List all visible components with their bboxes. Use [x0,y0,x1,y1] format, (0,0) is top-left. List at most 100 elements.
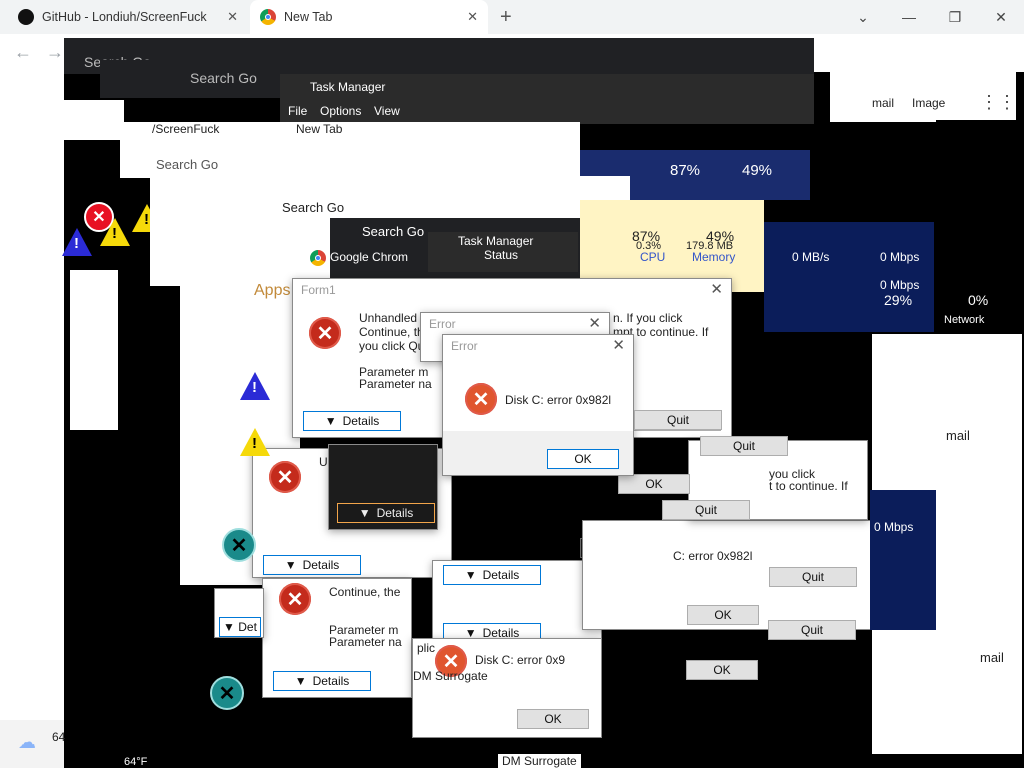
error-dialog: Error ✕ ✕ Disk C: error 0x982l OK [442,334,634,476]
if-you-click: n. If you click [613,311,683,325]
back-icon[interactable]: ← [14,42,32,63]
details-button[interactable]: ▼ Details [337,503,435,523]
quit-button[interactable]: Quit [700,436,788,456]
close-icon[interactable]: ✕ [612,336,625,354]
form1-dialog-3: ✕ Continue, the Parameter m Parameter na… [262,578,412,698]
ghost-block [64,100,124,140]
github-icon [18,9,34,25]
error-icon: ✕ [269,461,301,493]
ok-button[interactable]: OK [686,660,758,680]
error-message-3: you click Qui [359,339,428,353]
chrome-icon [260,9,276,25]
dialog-title: Form1 [301,283,336,297]
info-warning-icon: ! [240,372,270,400]
tab-new-tab[interactable]: New Tab ✕ [250,0,488,34]
warning-icon: ! [100,218,130,246]
details-button[interactable]: ▼ Details [273,671,371,691]
tm-net-panel [764,222,934,332]
page-left-strip [0,72,64,768]
new-tab-button[interactable]: + [500,6,512,29]
tm-menu-view[interactable]: View [374,104,400,118]
error-icon: ✕ [279,583,311,615]
parameter-name: Parameter na [329,635,402,649]
ghost-search-3: Search Go [156,157,219,172]
dark-form-dialog: ▼ Details [328,444,438,530]
images-link[interactable]: Image [912,96,945,110]
net-percent: 29% [884,292,913,308]
net-rate: 0 Mbps [880,250,920,264]
disk-error-message: Disk C: error 0x982l [505,393,612,407]
details-button[interactable]: ▼ Det [219,617,261,637]
error-icon: ✕ [309,317,341,349]
com-surrogate-bottom: DM Surrogate [498,754,581,768]
mem-label: Memory [692,250,736,264]
ghost-white-left [70,270,118,430]
weather-temp: 64°F [124,756,148,768]
close-window-button[interactable]: ✕ [978,0,1024,34]
task-manager-title: Task Manager [310,80,386,94]
ghost-tab-screenfuck: /ScreenFuck [152,122,220,136]
dialog-title: Error [451,339,478,353]
close-icon[interactable]: ✕ [588,314,601,332]
tab-github[interactable]: GitHub - Londiuh/ScreenFuck ✕ [8,0,248,34]
weather-temp-short: 64 [52,730,66,744]
details-button[interactable]: ▼ Details [303,411,401,431]
warning-icon: ! [240,428,270,456]
replica-text: plic [417,641,436,655]
to-continue-text: t to continue. If [769,479,848,493]
close-icon[interactable]: ✕ [467,9,478,25]
forward-icon[interactable]: → [46,42,64,63]
details-button[interactable]: ▼ Details [443,565,541,585]
tab-title: New Tab [284,10,333,24]
net-rate-3: 0 Mbps [874,520,914,534]
form-fragment: ▼ Det [214,588,264,638]
gmail-link[interactable]: mail [980,650,1004,665]
cpu-percent: 87% [670,162,701,179]
error-message: Unhandled e [359,311,428,325]
ok-button[interactable]: OK [687,605,759,625]
continue-text: Continue, the [329,585,401,599]
cloud-icon: ☁ [18,732,36,752]
parameter-name: Parameter na [359,377,432,391]
mem-percent: 49% [742,162,773,179]
quit-button[interactable]: Quit [662,500,750,520]
tm-menu-file[interactable]: File [288,104,307,118]
quit-button[interactable]: Quit [768,620,856,640]
google-chrome-process: Google Chrom [330,250,409,264]
minimize-button[interactable]: — [886,0,932,34]
close-icon[interactable]: ✕ [710,280,723,298]
apps-grid-icon[interactable]: ⋮⋮ [980,92,1016,113]
tm-menu-options[interactable]: Options [320,104,361,118]
error-dialog-bottom: ✕ plic Disk C: error 0x9 DM Surrogate OK [412,638,602,738]
ghost-search-2: Search Go [190,70,257,86]
u-text: U [319,455,328,469]
close-icon[interactable]: ✕ [227,9,238,25]
cpu-label: CPU [640,250,666,264]
ok-button[interactable]: OK [618,474,690,494]
details-button[interactable]: ▼ Details [263,555,361,575]
restore-button[interactable]: ❐ [932,0,978,34]
teal-x-icon: ✕ [210,676,244,710]
apps-label: Apps [254,282,291,299]
ghost-search-4: Search Go [282,200,345,215]
error-dialog-right: C: error 0x982l Quit OK [582,520,872,630]
teal-x-icon: ✕ [222,528,256,562]
net-zero: 0% [968,292,989,308]
ghost-search-5: Search Go [362,224,425,239]
chrome-icon [310,250,326,269]
ok-button[interactable]: OK [517,709,589,729]
disk-error-text: Disk C: error 0x9 [475,653,566,667]
network-label: Network [944,314,985,326]
gmail-link[interactable]: mail [872,96,894,110]
disk-rate: 0 MB/s [792,250,830,264]
com-surrogate: DM Surrogate [413,669,488,683]
task-manager-title-2: Task Manager [458,234,534,248]
quit-button[interactable]: Quit [769,567,857,587]
tab-title: GitHub - Londiuh/ScreenFuck [42,10,207,24]
tab-search-icon[interactable]: ⌄ [840,0,886,34]
ok-button[interactable]: OK [547,449,619,469]
quit-button[interactable]: Quit [634,410,722,430]
error-icon: ✕ [465,383,497,415]
gmail-link[interactable]: mail [946,428,970,443]
disk-error-short: C: error 0x982l [673,549,753,563]
